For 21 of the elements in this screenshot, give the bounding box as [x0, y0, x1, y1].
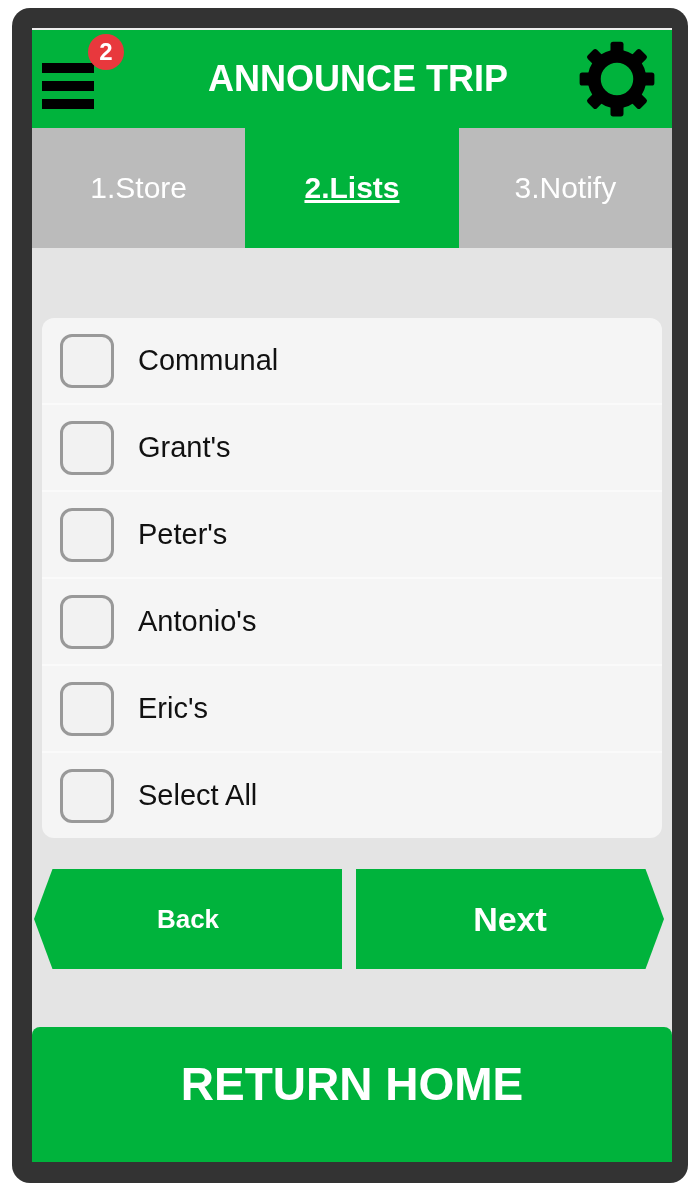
checkbox[interactable]	[60, 681, 114, 736]
settings-icon[interactable]	[578, 40, 656, 118]
list-label: Antonio's	[138, 605, 257, 638]
list-label: Grant's	[138, 431, 231, 464]
checkbox[interactable]	[60, 768, 114, 823]
return-home-button[interactable]: RETURN HOME	[32, 1027, 672, 1162]
checkbox[interactable]	[60, 507, 114, 562]
notification-badge: 2	[88, 34, 124, 70]
checkbox[interactable]	[60, 420, 114, 475]
checkbox[interactable]	[60, 333, 114, 388]
step-tab[interactable]: 2.Lists	[245, 128, 459, 248]
next-button[interactable]: Next	[356, 869, 664, 969]
list-label: Communal	[138, 344, 279, 377]
back-button[interactable]: Back	[34, 869, 342, 969]
list-label: Eric's	[138, 692, 208, 725]
page-title: ANNOUNCE TRIP	[208, 58, 508, 100]
checkbox[interactable]	[60, 594, 114, 649]
step-tab[interactable]: 1.Store	[32, 128, 246, 248]
step-tab[interactable]: 3.Notify	[458, 128, 672, 248]
list-label: Select All	[138, 779, 258, 812]
list-label: Peter's	[138, 518, 228, 551]
